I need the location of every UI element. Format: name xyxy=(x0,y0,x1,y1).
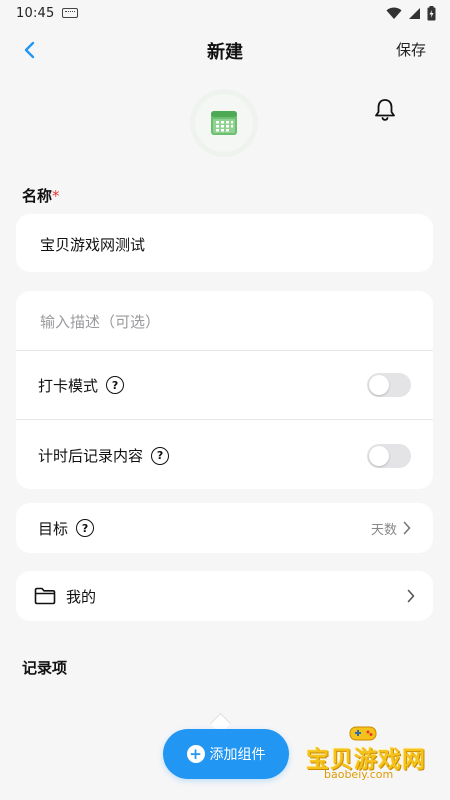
checkin-mode-row: 打卡模式 ? xyxy=(16,351,433,420)
checkin-mode-label: 打卡模式 xyxy=(38,376,99,395)
goal-value-group: 天数 xyxy=(371,519,411,538)
name-label: 名称* xyxy=(22,185,60,206)
gamepad-icon xyxy=(349,726,377,741)
screen: 10:45 新建 保存 名称* 宝贝游戏网测试 输入描述（可选） 打卡模式 ? … xyxy=(0,0,450,800)
status-icons xyxy=(386,5,436,21)
record-after-timer-row: 计时后记录内容 ? xyxy=(16,421,433,490)
chevron-right-icon xyxy=(403,521,411,535)
checkin-mode-switch[interactable] xyxy=(367,373,411,397)
record-after-timer-switch[interactable] xyxy=(367,443,411,468)
question-circle-icon[interactable]: ? xyxy=(76,519,95,537)
add-component-label: 添加组件 xyxy=(209,747,266,763)
description-input[interactable] xyxy=(38,291,417,352)
status-time: 10:45 xyxy=(16,5,55,21)
page-title: 新建 xyxy=(207,42,243,63)
signal-icon xyxy=(409,7,420,19)
icon-picker-button[interactable] xyxy=(190,89,258,157)
question-circle-icon[interactable]: ? xyxy=(106,376,125,394)
watermark-logo: 宝贝游戏网 baobeiy.com xyxy=(300,722,430,782)
app-header: 新建 保存 xyxy=(0,28,450,72)
record-after-timer-label: 计时后记录内容 xyxy=(38,447,144,465)
folder-icon xyxy=(34,587,56,605)
status-bar: 10:45 xyxy=(0,0,450,26)
battery-icon xyxy=(427,5,436,20)
name-label-text: 名称 xyxy=(22,187,53,205)
folder-label: 我的 xyxy=(66,587,97,606)
goal-row[interactable]: 目标 ? 天数 xyxy=(16,503,433,553)
bell-icon[interactable] xyxy=(372,97,398,123)
wifi-icon xyxy=(386,7,402,19)
watermark-sub: baobeiy.com xyxy=(324,768,394,781)
required-mark: * xyxy=(52,187,60,205)
chevron-right-icon xyxy=(407,589,415,603)
switch-knob xyxy=(369,445,389,466)
calendar-icon xyxy=(211,111,237,135)
goal-value: 天数 xyxy=(370,522,397,538)
goal-label: 目标 xyxy=(38,519,69,538)
question-circle-icon[interactable]: ? xyxy=(151,446,170,465)
name-card xyxy=(16,214,433,274)
options-card: 打卡模式 ? 计时后记录内容 ? xyxy=(16,291,433,489)
folder-row[interactable]: 我的 xyxy=(16,571,433,621)
save-button[interactable]: 保存 xyxy=(396,39,426,60)
add-component-button[interactable]: + 添加组件 xyxy=(163,729,289,779)
description-row xyxy=(16,291,433,352)
icon-picker-inner xyxy=(195,94,253,152)
plus-circle-icon: + xyxy=(186,745,205,763)
switch-knob xyxy=(369,375,389,395)
name-input[interactable] xyxy=(38,214,417,274)
records-section-title: 记录项 xyxy=(22,659,68,677)
keyboard-icon xyxy=(62,8,79,18)
